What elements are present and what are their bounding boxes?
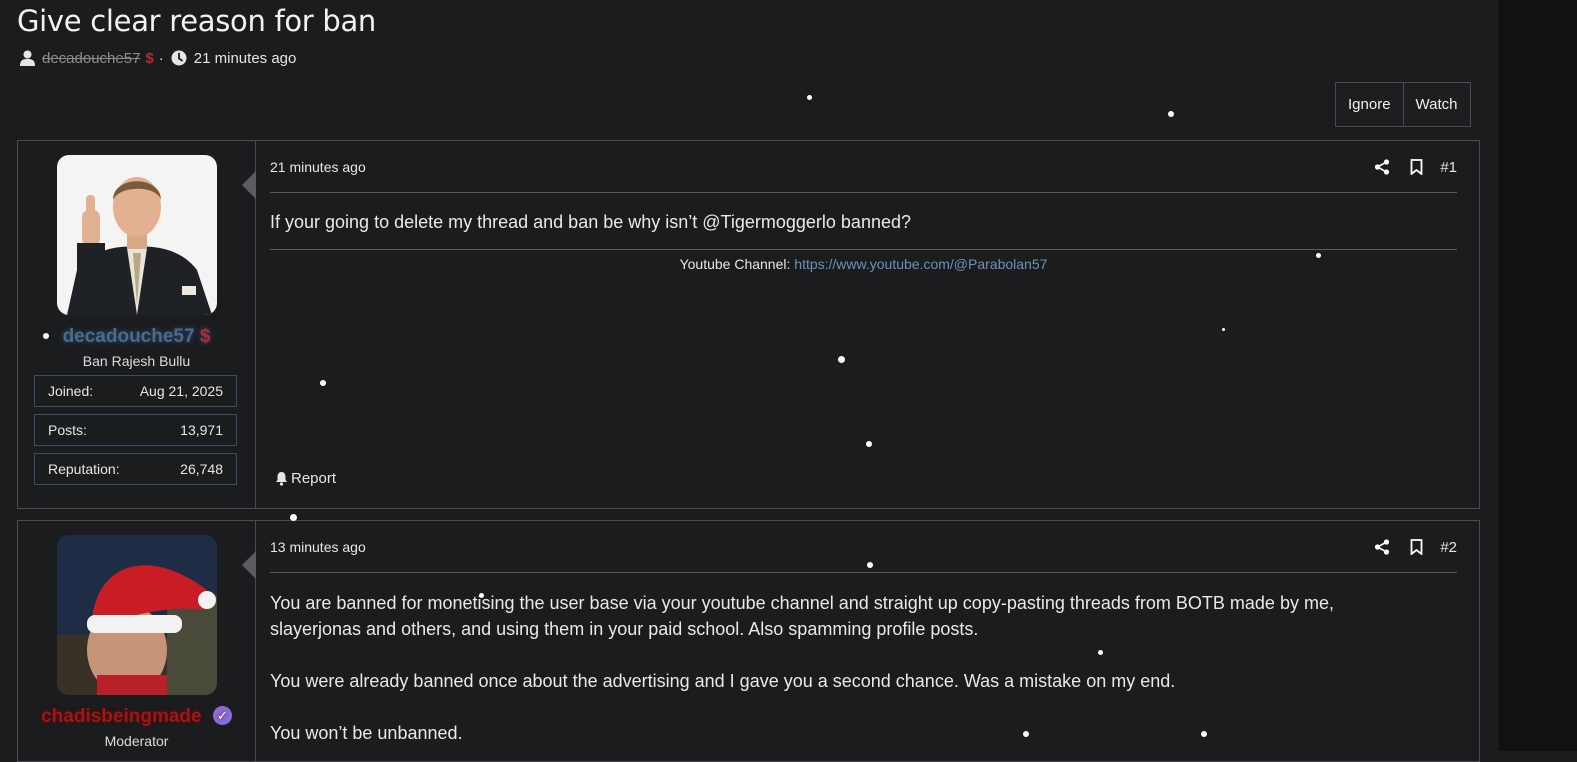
post-body: 21 minutes ago #1 If your going to delet… bbox=[270, 141, 1457, 508]
post-paragraph: You were already banned once about the a… bbox=[270, 671, 1176, 691]
snowflake bbox=[290, 514, 297, 521]
stat-value: 26,748 bbox=[180, 461, 223, 477]
divider bbox=[270, 572, 1457, 573]
post-arrow bbox=[242, 551, 256, 579]
share-icon[interactable] bbox=[1372, 157, 1392, 177]
divider bbox=[270, 192, 1457, 193]
snowflake bbox=[1222, 328, 1225, 331]
clock-icon bbox=[169, 48, 189, 68]
stat-value: Aug 21, 2025 bbox=[139, 383, 223, 399]
post-tools: #2 bbox=[1372, 537, 1457, 557]
username-text[interactable]: chadisbeingmade bbox=[41, 706, 202, 727]
post-time[interactable]: 21 minutes ago bbox=[270, 159, 366, 175]
user-icon bbox=[17, 48, 37, 68]
post-paragraph: You won’t be unbanned. bbox=[270, 723, 463, 743]
thread-actions: Ignore Watch bbox=[1335, 82, 1471, 127]
youtube-link[interactable]: https://www.youtube.com/@Parabolan57 bbox=[794, 256, 1047, 272]
snowflake bbox=[1201, 731, 1207, 737]
signature-divider bbox=[270, 249, 1457, 250]
post-time[interactable]: 13 minutes ago bbox=[270, 539, 366, 555]
share-icon[interactable] bbox=[1372, 537, 1392, 557]
stat-reputation: Reputation: 26,748 bbox=[34, 453, 237, 485]
post-username[interactable]: decadouche57 $ bbox=[18, 326, 255, 348]
stat-value: 13,971 bbox=[180, 422, 223, 438]
snowflake bbox=[479, 593, 484, 598]
stat-label: Joined: bbox=[48, 383, 94, 399]
report-button[interactable]: Report bbox=[274, 468, 336, 488]
stat-label: Posts: bbox=[48, 422, 87, 438]
user-title: Ban Rajesh Bullu bbox=[82, 353, 191, 369]
dollar-badge-icon: $ bbox=[145, 49, 154, 67]
post-1: decadouche57 $ Ban Rajesh Bullu Joined: … bbox=[17, 140, 1480, 509]
stat-joined: Joined: Aug 21, 2025 bbox=[34, 375, 237, 407]
username-text[interactable]: decadouche57 bbox=[63, 326, 195, 347]
thread-meta: decadouche57 $ · 21 minutes ago bbox=[17, 48, 296, 68]
thread-title: Give clear reason for ban bbox=[17, 4, 377, 38]
user-title: Moderator bbox=[104, 733, 169, 749]
post-number-link[interactable]: #1 bbox=[1440, 159, 1457, 176]
signature: Youtube Channel: https://www.youtube.com… bbox=[270, 256, 1457, 272]
post-2: chadisbeingmade ✓ Moderator 13 minutes a… bbox=[17, 520, 1480, 762]
post-tools: #1 bbox=[1372, 157, 1457, 177]
stat-posts: Posts: 13,971 bbox=[34, 414, 237, 446]
snowflake bbox=[43, 333, 49, 339]
avatar[interactable] bbox=[57, 535, 217, 695]
thread-time[interactable]: 21 minutes ago bbox=[194, 50, 297, 67]
post-paragraph: slayerjonas and others, and using them i… bbox=[270, 619, 979, 639]
snowflake bbox=[320, 380, 326, 386]
snowflake bbox=[866, 441, 872, 447]
snowflake bbox=[807, 95, 812, 100]
post-paragraph: You are banned for monetising the user b… bbox=[270, 593, 1334, 613]
page-side-strip bbox=[1499, 0, 1577, 751]
signature-label: Youtube Channel: bbox=[679, 256, 791, 272]
avatar[interactable] bbox=[57, 155, 217, 315]
bookmark-icon[interactable] bbox=[1406, 157, 1426, 177]
dollar-badge-icon: $ bbox=[199, 326, 211, 347]
post-body: 13 minutes ago #2 You are banned for mon… bbox=[270, 521, 1457, 761]
bell-icon bbox=[274, 468, 288, 488]
snowflake bbox=[1316, 253, 1321, 258]
snowflake bbox=[1023, 731, 1029, 737]
post-username[interactable]: chadisbeingmade ✓ bbox=[18, 706, 255, 728]
bookmark-icon[interactable] bbox=[1406, 537, 1426, 557]
snowflake bbox=[867, 562, 873, 568]
stat-label: Reputation: bbox=[48, 461, 120, 477]
post-content: If your going to delete my thread and ba… bbox=[270, 212, 911, 232]
post-number-link[interactable]: #2 bbox=[1440, 539, 1457, 556]
watch-button[interactable]: Watch bbox=[1402, 83, 1470, 126]
post-arrow bbox=[242, 171, 256, 199]
ignore-button[interactable]: Ignore bbox=[1336, 83, 1403, 126]
thread-author-link[interactable]: decadouche57 bbox=[42, 50, 140, 67]
snowflake bbox=[838, 356, 845, 363]
thread-page: Give clear reason for ban decadouche57 $… bbox=[0, 0, 1499, 762]
snowflake bbox=[1168, 111, 1174, 117]
report-label[interactable]: Report bbox=[291, 470, 336, 487]
snowflake bbox=[1098, 650, 1103, 655]
meta-separator: · bbox=[158, 49, 164, 67]
post-1-user-column: decadouche57 $ Ban Rajesh Bullu Joined: … bbox=[18, 141, 256, 508]
post-2-user-column: chadisbeingmade ✓ Moderator bbox=[18, 521, 256, 761]
verified-badge-icon: ✓ bbox=[212, 706, 232, 725]
